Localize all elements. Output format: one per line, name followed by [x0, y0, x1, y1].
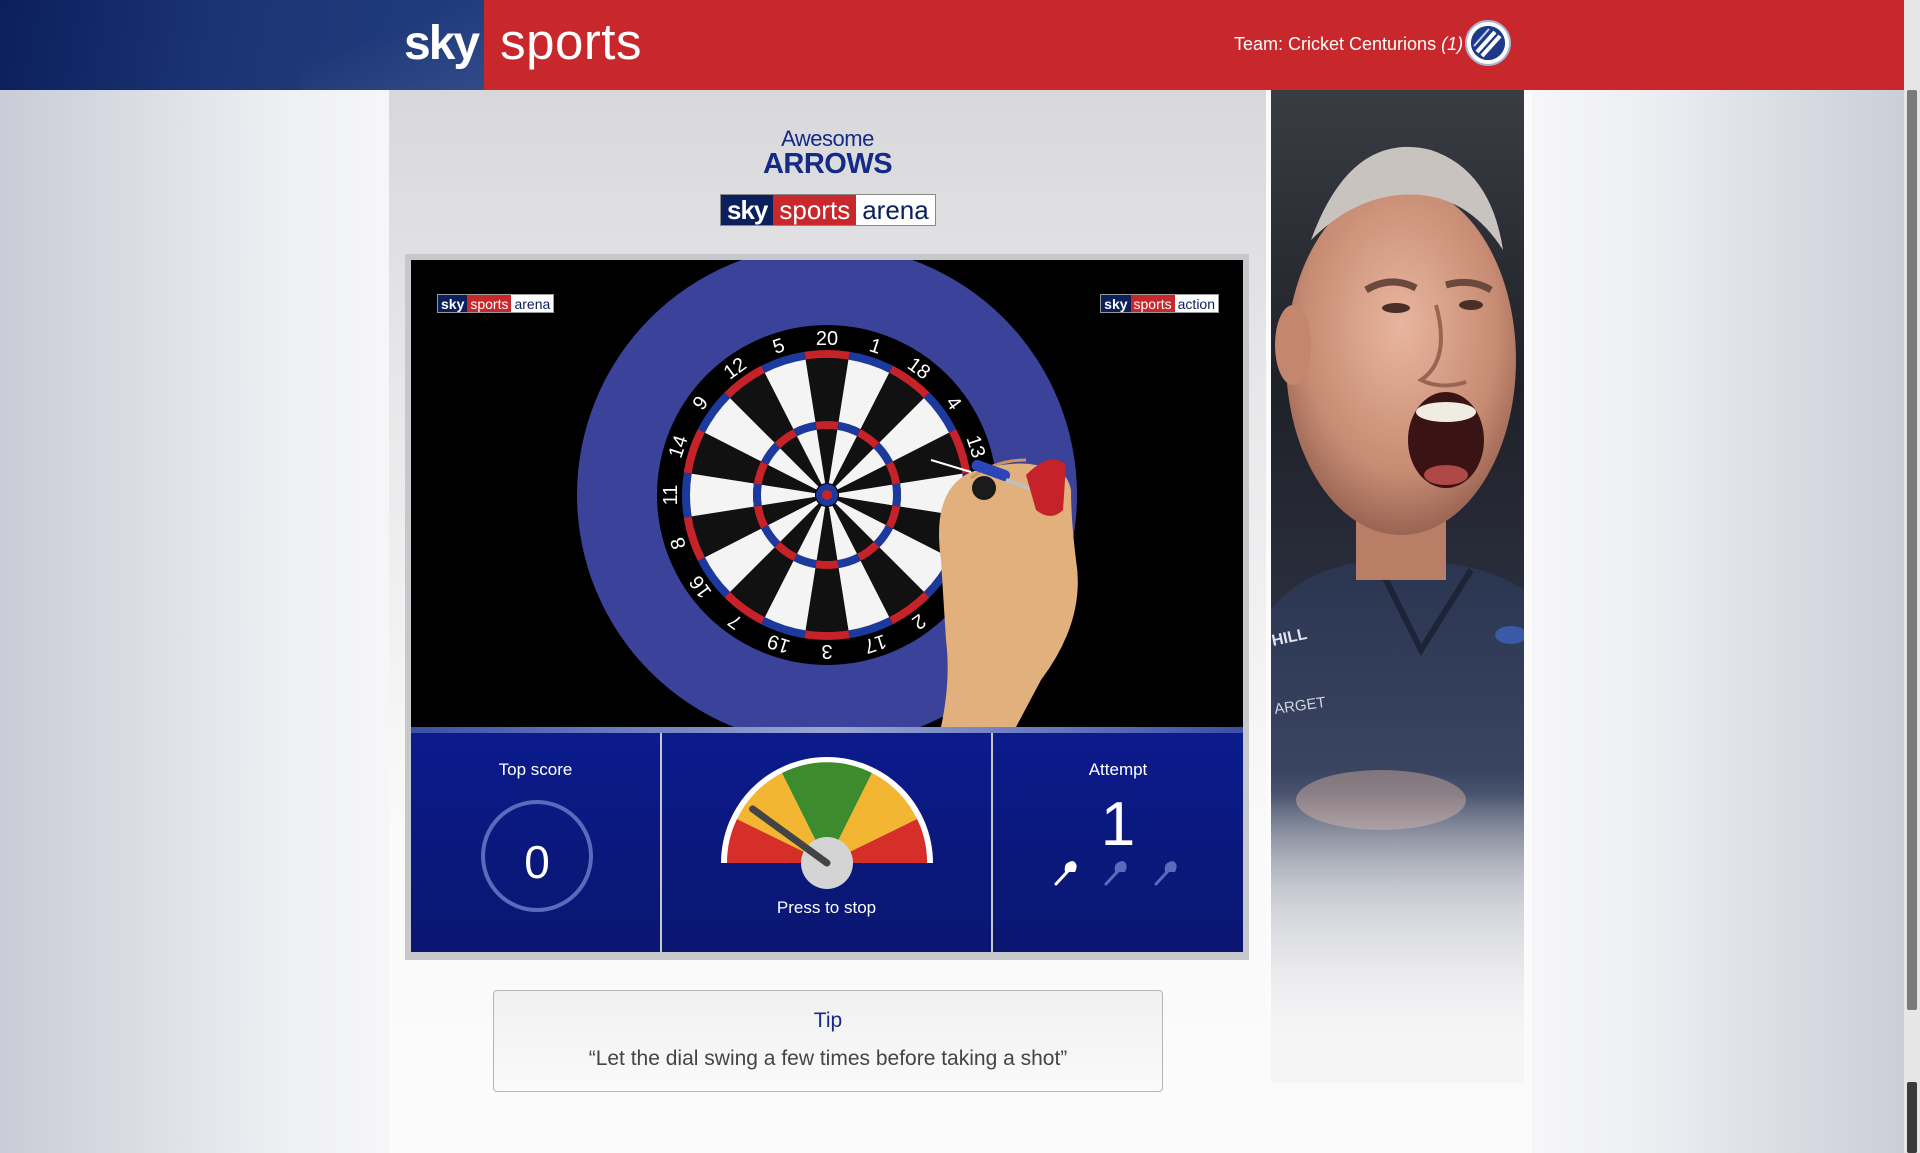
top-score-value: 0 [524, 836, 550, 888]
top-score-label: Top score [498, 760, 573, 779]
attempt-value: 1 [1100, 790, 1136, 859]
top-score-panel: Top score 0 [411, 733, 660, 952]
brand-sports: sports [500, 13, 642, 70]
scrollbar[interactable] [1904, 0, 1920, 1153]
tip-box: Tip “Let the dial swing a few times befo… [493, 990, 1163, 1092]
top-score-ring: 0 [481, 800, 593, 912]
dart-icon [1054, 861, 1077, 886]
arena-logo-sports: sports [773, 195, 857, 225]
dart-icon [1104, 861, 1127, 886]
player-photo: HILL ARGET [1271, 90, 1524, 1083]
dartboard[interactable]: 2011841361015217319716811149125 [411, 260, 1243, 727]
game-frame: sky sports arena sky sports action 20 1 18… [405, 254, 1249, 960]
tip-text: “Let the dial swing a few times before t… [588, 1047, 1068, 1070]
scrollbar-thumb[interactable] [1907, 90, 1917, 1010]
brand-sky: sky [404, 17, 480, 70]
tip-title: Tip [813, 1009, 843, 1032]
attempt-label: Attempt [1088, 760, 1148, 779]
hand-with-dart [930, 458, 1078, 727]
power-dial[interactable] [662, 733, 991, 952]
board-number: 20 [816, 328, 838, 350]
sky-sports-logo[interactable]: sky sports [404, 12, 642, 71]
team-label: Team: Cricket Centurions (1) [1234, 34, 1463, 55]
darts-remaining [1054, 861, 1177, 886]
team-badge-icon[interactable] [1465, 20, 1511, 66]
dart-icon [1154, 861, 1177, 886]
game-container: Awesome ARROWS sky sports arena sky spor… [389, 90, 1266, 1153]
press-to-stop-label[interactable]: Press to stop [662, 898, 991, 918]
team-count: (1) [1441, 34, 1464, 54]
sky-sports-arena-logo: sky sports arena [720, 194, 936, 226]
game-title: ARROWS [762, 148, 893, 180]
arena-logo-sky: sky [721, 195, 774, 225]
dartboard-scene[interactable]: sky sports arena sky sports action 20 1 18… [411, 260, 1243, 727]
board-number: 11 [660, 485, 682, 506]
attempt-panel: Attempt 1 [993, 733, 1243, 952]
power-dial-panel[interactable]: Press to stop [662, 733, 991, 952]
board-number: 3 [821, 640, 832, 662]
arena-logo-arena: arena [856, 195, 935, 225]
team-name: Team: Cricket Centurions [1234, 34, 1437, 54]
